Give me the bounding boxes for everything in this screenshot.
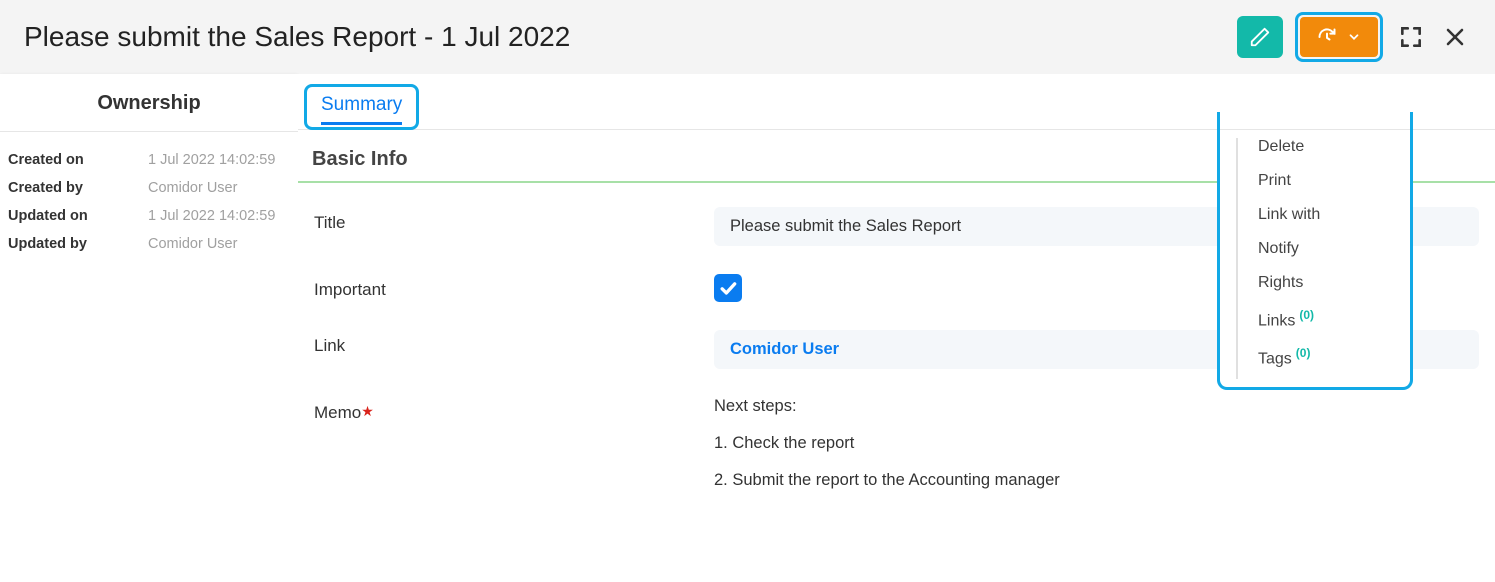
label-title: Title (314, 207, 714, 233)
label-memo-text: Memo (314, 403, 361, 422)
value-memo: Next steps: 1. Check the report 2. Submi… (714, 397, 1479, 508)
label-memo: Memo★ (314, 397, 714, 423)
menu-links[interactable]: Links (0) (1220, 300, 1410, 338)
label-important: Important (314, 274, 714, 300)
fullscreen-button[interactable] (1395, 21, 1427, 53)
ownership-label: Updated by (8, 236, 148, 252)
menu-tags[interactable]: Tags (0) (1220, 338, 1410, 376)
close-icon (1443, 25, 1467, 49)
menu-link-with[interactable]: Link with (1220, 198, 1410, 232)
row-memo: Memo★ Next steps: 1. Check the report 2.… (298, 383, 1495, 522)
memo-line: 1. Check the report (714, 434, 1479, 453)
label-link: Link (314, 330, 714, 356)
menu-links-count: (0) (1299, 308, 1314, 322)
tabs-bar: Summary (298, 74, 1495, 130)
menu-tags-count: (0) (1296, 346, 1311, 360)
ownership-label: Created by (8, 180, 148, 196)
ownership-row: Updated on 1 Jul 2022 14:02:59 (8, 202, 290, 230)
menu-tags-label: Tags (1258, 351, 1292, 368)
header-actions (1237, 12, 1471, 62)
ownership-panel: Ownership Created on 1 Jul 2022 14:02:59… (0, 74, 298, 582)
tab-summary[interactable]: Summary (321, 90, 402, 125)
memo-line: 2. Submit the report to the Accounting m… (714, 471, 1479, 490)
more-actions-button[interactable] (1300, 17, 1378, 57)
important-checkbox[interactable] (714, 274, 742, 302)
ownership-value: Comidor User (148, 180, 237, 196)
check-icon (718, 278, 738, 298)
ownership-row: Created on 1 Jul 2022 14:02:59 (8, 146, 290, 174)
menu-delete[interactable]: Delete (1220, 130, 1410, 164)
ownership-rows: Created on 1 Jul 2022 14:02:59 Created b… (0, 132, 298, 274)
menu-notify[interactable]: Notify (1220, 232, 1410, 266)
actions-dropdown: Delete Print Link with Notify Rights Lin… (1217, 130, 1413, 390)
tab-highlight: Summary (304, 84, 419, 130)
memo-line: Next steps: (714, 397, 1479, 416)
ownership-row: Created by Comidor User (8, 174, 290, 202)
ownership-label: Updated on (8, 208, 148, 224)
more-button-highlight (1295, 12, 1383, 62)
page-title: Please submit the Sales Report - 1 Jul 2… (24, 21, 1237, 53)
menu-rights[interactable]: Rights (1220, 266, 1410, 300)
pencil-icon (1249, 26, 1271, 48)
ownership-value: 1 Jul 2022 14:02:59 (148, 208, 275, 224)
chevron-down-icon (1347, 30, 1361, 44)
content-layout: Ownership Created on 1 Jul 2022 14:02:59… (0, 74, 1495, 582)
fullscreen-icon (1398, 24, 1424, 50)
ownership-label: Created on (8, 152, 148, 168)
page-header: Please submit the Sales Report - 1 Jul 2… (0, 0, 1495, 74)
main-panel: Summary Basic Info Title Please submit t… (298, 74, 1495, 582)
ownership-value: Comidor User (148, 236, 237, 252)
ownership-row: Updated by Comidor User (8, 230, 290, 258)
edit-button[interactable] (1237, 16, 1283, 58)
refresh-icon (1317, 27, 1337, 47)
ownership-title: Ownership (0, 74, 298, 132)
required-star-icon: ★ (361, 403, 374, 419)
dropdown-separator (1236, 138, 1238, 379)
ownership-value: 1 Jul 2022 14:02:59 (148, 152, 275, 168)
menu-print[interactable]: Print (1220, 164, 1410, 198)
close-button[interactable] (1439, 21, 1471, 53)
menu-links-label: Links (1258, 312, 1295, 329)
